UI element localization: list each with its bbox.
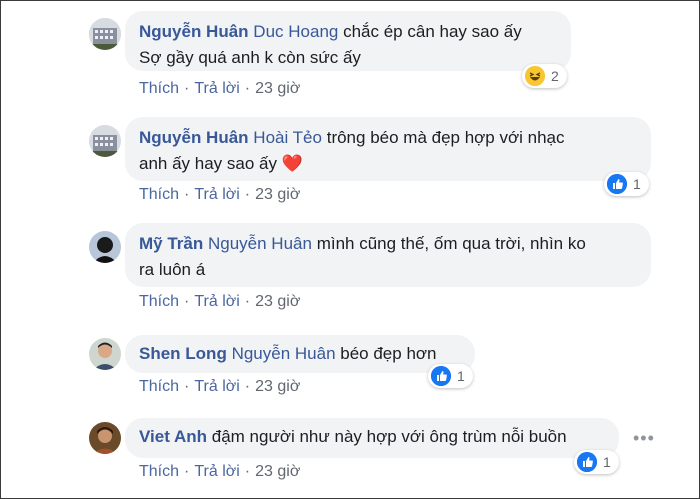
reaction-count[interactable]: 1 <box>604 172 649 196</box>
comment-bubble: Nguyễn Huân Hoài Tẻo trông béo mà đẹp hợ… <box>125 117 651 181</box>
comment-actions: Thích · Trả lời · 23 giờ <box>139 186 301 203</box>
avatar[interactable] <box>89 231 121 263</box>
comment-text-line2: anh ấy hay sao ấy ❤️ <box>139 154 303 173</box>
comment-bubble: Mỹ Trần Nguyễn Huân mình cũng thế, ốm qu… <box>125 223 651 287</box>
comment-author[interactable]: Nguyễn Huân <box>139 128 249 147</box>
comment-bubble: Nguyễn Huân Duc Hoang chắc ép cân hay sa… <box>125 11 571 71</box>
timestamp[interactable]: 23 giờ <box>255 186 300 203</box>
comment-mention[interactable]: Hoài Tẻo <box>253 128 322 147</box>
comment-mention[interactable]: Nguyễn Huân <box>208 234 312 253</box>
reaction-number: 2 <box>551 68 559 84</box>
comment-bubble: Viet Anh đậm người như này hợp với ông t… <box>125 418 619 458</box>
avatar[interactable] <box>89 18 121 50</box>
timestamp[interactable]: 23 giờ <box>255 293 300 310</box>
avatar[interactable] <box>89 422 121 454</box>
reaction-number: 1 <box>457 368 465 384</box>
reaction-number: 1 <box>633 176 641 192</box>
like-link[interactable]: Thích <box>139 293 179 310</box>
like-link[interactable]: Thích <box>139 463 179 480</box>
comment-text: chắc ép cân hay sao ấy <box>343 22 522 41</box>
like-link[interactable]: Thích <box>139 378 179 395</box>
comment-text-line2: ra luôn á <box>139 260 206 279</box>
comment-actions: Thích · Trả lời · 23 giờ <box>139 463 301 480</box>
avatar[interactable] <box>89 125 121 157</box>
like-link[interactable]: Thích <box>139 186 179 203</box>
comment-actions: Thích · Trả lời · 23 giờ <box>139 293 301 310</box>
comment-author[interactable]: Nguyễn Huân <box>139 22 249 41</box>
like-icon <box>577 452 597 472</box>
building-photo-icon <box>89 125 121 157</box>
haha-icon <box>525 66 545 86</box>
person-silhouette-icon <box>89 231 121 263</box>
reaction-number: 1 <box>603 454 611 470</box>
reply-link[interactable]: Trả lời <box>194 186 239 203</box>
reply-link[interactable]: Trả lời <box>194 378 239 395</box>
comment-mention[interactable]: Duc Hoang <box>253 22 338 41</box>
timestamp[interactable]: 23 giờ <box>255 378 300 395</box>
comment-author[interactable]: Shen Long <box>139 344 227 363</box>
reaction-count[interactable]: 1 <box>428 364 473 388</box>
comment-text: trông béo mà đẹp hợp với nhạc <box>326 128 565 147</box>
person-photo-icon <box>89 338 121 370</box>
more-options-icon[interactable]: ••• <box>633 428 655 449</box>
building-photo-icon <box>89 18 121 50</box>
person-photo-icon <box>89 422 121 454</box>
like-icon <box>607 174 627 194</box>
reaction-count[interactable]: 1 <box>574 450 619 474</box>
timestamp[interactable]: 23 giờ <box>255 463 300 480</box>
comment-actions: Thích · Trả lời · 23 giờ <box>139 80 301 97</box>
comment-bubble: Shen Long Nguyễn Huân béo đẹp hơn <box>125 335 475 373</box>
reply-link[interactable]: Trả lời <box>194 80 239 97</box>
comment-text: béo đẹp hơn <box>340 344 437 363</box>
reaction-count[interactable]: 2 <box>522 64 567 88</box>
like-link[interactable]: Thích <box>139 80 179 97</box>
timestamp[interactable]: 23 giờ <box>255 80 300 97</box>
comment-actions: Thích · Trả lời · 23 giờ <box>139 378 301 395</box>
like-icon <box>431 366 451 386</box>
comment-author[interactable]: Viet Anh <box>139 427 207 446</box>
reply-link[interactable]: Trả lời <box>194 293 239 310</box>
comment-text: đậm người như này hợp với ông trùm nỗi b… <box>211 427 567 446</box>
reply-link[interactable]: Trả lời <box>194 463 239 480</box>
comment-mention[interactable]: Nguyễn Huân <box>232 344 336 363</box>
comment-text-line2: Sợ gầy quá anh k còn sức ấy <box>139 48 361 67</box>
avatar[interactable] <box>89 338 121 370</box>
comment-text: mình cũng thế, ốm qua trời, nhìn ko <box>316 234 586 253</box>
comment-author[interactable]: Mỹ Trần <box>139 234 203 253</box>
